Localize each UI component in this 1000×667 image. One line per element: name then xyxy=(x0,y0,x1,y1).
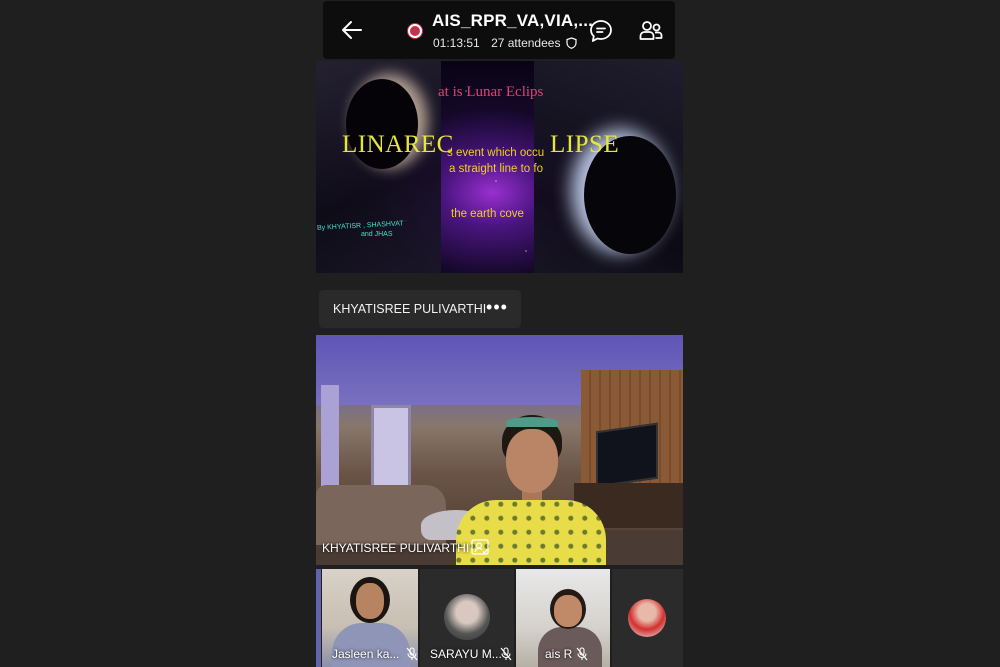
arrow-left-icon xyxy=(342,21,362,39)
slide-text-line: the earth cove xyxy=(451,208,524,220)
avatar xyxy=(444,594,490,640)
more-icon[interactable]: ••• xyxy=(485,298,509,318)
pin-icon xyxy=(471,539,489,555)
record-dot-icon xyxy=(408,24,422,38)
slide-word-left: LINAREC xyxy=(342,131,454,158)
participant-tile[interactable]: ais R xyxy=(516,569,610,667)
shared-screen[interactable]: at is Lunar Eclips s event which occu a … xyxy=(316,61,683,273)
mic-off-icon xyxy=(500,647,512,661)
participant-strip: Jasleen ka... SARAYU M... ais R xyxy=(316,569,683,667)
mic-off-icon xyxy=(406,647,418,661)
participant-tile[interactable]: SARAYU M... xyxy=(420,569,514,667)
people-icon xyxy=(639,21,663,40)
meeting-duration: 01:13:51 xyxy=(433,36,480,50)
back-button[interactable] xyxy=(337,15,367,45)
slide-byline: and JHAS xyxy=(361,231,393,238)
presenter-label: KHYATISREE PULIVARTHI ••• xyxy=(319,290,521,328)
shield-icon xyxy=(566,37,577,49)
participant-name: Jasleen ka... xyxy=(332,647,400,661)
avatar xyxy=(628,599,666,637)
participant-tile-partial[interactable] xyxy=(316,569,321,667)
slide-text-line: s event which occu xyxy=(447,147,545,159)
main-video-tile[interactable]: KHYATISREE PULIVARTHI xyxy=(316,335,683,565)
attendee-count[interactable]: 27 attendees xyxy=(491,36,560,50)
participant-name: SARAYU M... xyxy=(430,647,502,661)
slide-title: at is Lunar Eclips xyxy=(438,84,544,100)
mic-off-icon xyxy=(576,647,588,661)
participants-button[interactable] xyxy=(637,17,665,45)
presenter-name: KHYATISREE PULIVARTHI xyxy=(333,302,487,316)
chat-icon xyxy=(590,20,612,42)
meeting-header: AIS_RPR_VA,VIA,... 01:13:51 27 attendees xyxy=(323,1,675,59)
participant-name: ais R xyxy=(545,647,573,661)
participant-tile[interactable] xyxy=(612,569,683,667)
meeting-title: AIS_RPR_VA,VIA,... xyxy=(432,11,594,30)
chat-button[interactable] xyxy=(587,17,615,45)
participant-tile[interactable]: Jasleen ka... xyxy=(322,569,418,667)
meeting-meta: 01:13:51 27 attendees xyxy=(433,36,577,50)
video-participant-name: KHYATISREE PULIVARTHI xyxy=(322,541,470,555)
slide-word-right: LIPSE xyxy=(550,131,620,158)
slide-text-line: a straight line to fo xyxy=(449,163,543,175)
